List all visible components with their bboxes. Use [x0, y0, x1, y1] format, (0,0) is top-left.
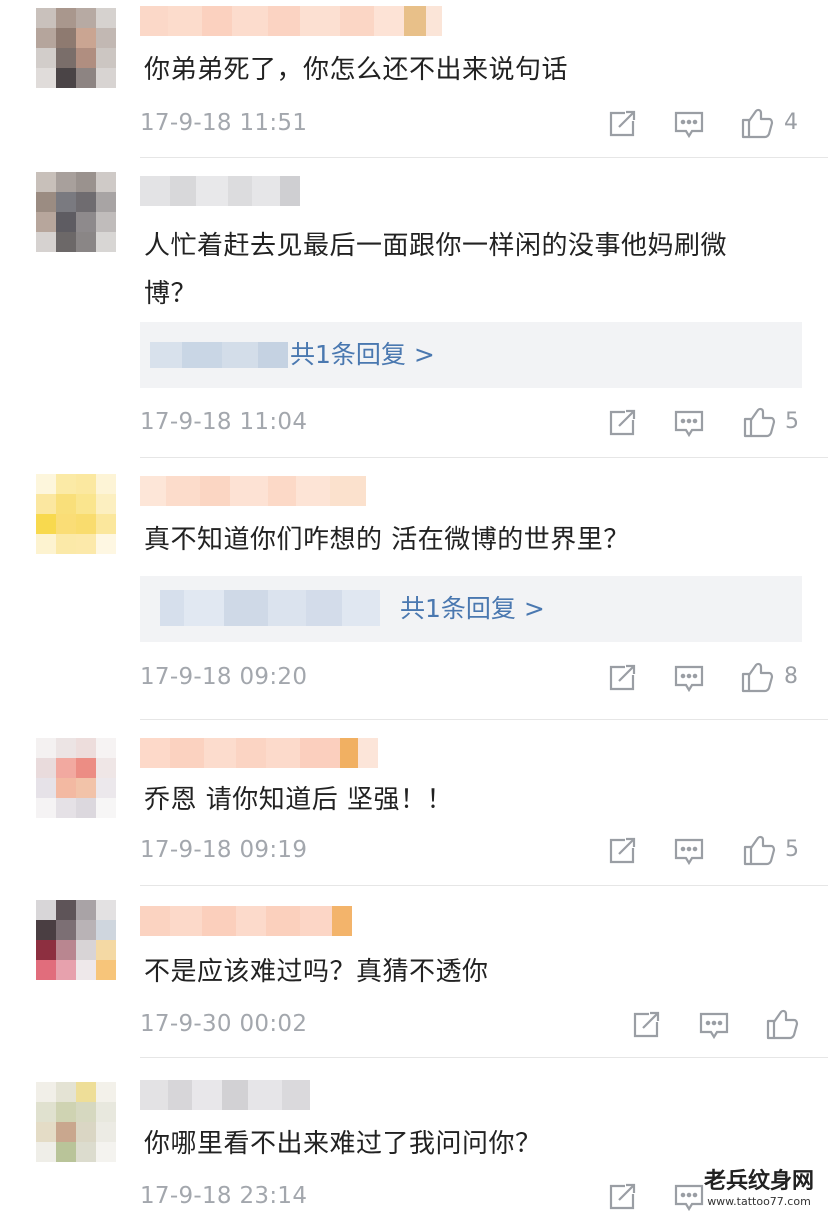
share-icon[interactable] [605, 834, 639, 868]
like-count: 5 [785, 409, 799, 434]
comment-item: 乔恩 请你知道后 坚强！！ 17-9-18 09:19 5 [0, 720, 828, 886]
reply-summary[interactable]: 共1条回复 > [140, 322, 802, 388]
reply-count-link[interactable]: 共1条回复 > [400, 576, 545, 642]
share-icon[interactable] [605, 661, 639, 695]
comment-item: 真不知道你们咋想的 活在微博的世界里？ 共1条回复 > 17-9-18 09:2… [0, 458, 828, 720]
share-icon[interactable] [605, 406, 639, 440]
reply-summary[interactable]: 共1条回复 > [140, 576, 802, 642]
username-blurred[interactable] [140, 6, 442, 36]
comment-text: 真不知道你们咋想的 活在微博的世界里？ [144, 525, 630, 555]
like-count: 5 [785, 837, 799, 862]
avatar[interactable] [36, 900, 116, 980]
like-count: 8 [784, 664, 798, 689]
username-blurred[interactable] [140, 906, 352, 936]
watermark-url: www.tattoo77.com [707, 1195, 811, 1208]
comment-icon[interactable] [697, 1008, 731, 1042]
reply-user-blurred [150, 342, 288, 368]
avatar[interactable] [36, 1082, 116, 1162]
comment-icon[interactable] [672, 834, 706, 868]
reply-count-link[interactable]: 共1条回复 > [290, 322, 435, 388]
comment-item: 人忙着赶去见最后一面跟你一样闲的没事他妈刷微博？ 共1条回复 > 17-9-18… [0, 160, 828, 458]
comment-icon[interactable] [672, 1180, 706, 1214]
share-icon[interactable] [629, 1008, 663, 1042]
share-icon[interactable] [605, 107, 639, 141]
avatar[interactable] [36, 474, 116, 554]
like-icon[interactable] [740, 660, 774, 694]
username-blurred[interactable] [140, 176, 300, 206]
timestamp: 17-9-30 00:02 [140, 1011, 308, 1037]
comment-icon[interactable] [672, 107, 706, 141]
username-blurred[interactable] [140, 476, 366, 506]
reply-user-blurred [160, 590, 380, 626]
username-blurred[interactable] [140, 1080, 310, 1110]
divider [140, 157, 828, 158]
avatar[interactable] [36, 8, 116, 88]
like-icon[interactable] [742, 405, 776, 439]
timestamp: 17-9-18 09:19 [140, 837, 308, 863]
comment-text: 乔恩 请你知道后 坚强！！ [144, 785, 454, 815]
comment-item: 你弟弟死了，你怎么还不出来说句话 17-9-18 11:51 4 [0, 0, 828, 160]
like-icon[interactable] [765, 1007, 799, 1041]
comment-icon[interactable] [672, 406, 706, 440]
comment-icon[interactable] [672, 661, 706, 695]
timestamp: 17-9-18 11:51 [140, 110, 308, 136]
comment-item: 不是应该难过吗？真猜不透你 17-9-30 00:02 [0, 886, 828, 1058]
comment-text: 你哪里看不出来难过了我问问你？ [144, 1129, 542, 1159]
comment-text: 不是应该难过吗？真猜不透你 [144, 957, 489, 987]
comment-text: 你弟弟死了，你怎么还不出来说句话 [144, 55, 569, 85]
avatar[interactable] [36, 738, 116, 818]
site-watermark: 老兵纹身网 www.tattoo77.com [704, 1169, 814, 1208]
share-icon[interactable] [605, 1180, 639, 1214]
comment-text: 人忙着赶去见最后一面跟你一样闲的没事他妈刷微博？ [144, 231, 728, 309]
avatar[interactable] [36, 172, 116, 252]
username-blurred[interactable] [140, 738, 378, 768]
watermark-title: 老兵纹身网 [703, 1169, 814, 1194]
timestamp: 17-9-18 23:14 [140, 1183, 308, 1209]
like-count: 4 [784, 110, 798, 135]
timestamp: 17-9-18 09:20 [140, 664, 308, 690]
like-icon[interactable] [742, 833, 776, 867]
timestamp: 17-9-18 11:04 [140, 409, 308, 435]
like-icon[interactable] [740, 106, 774, 140]
